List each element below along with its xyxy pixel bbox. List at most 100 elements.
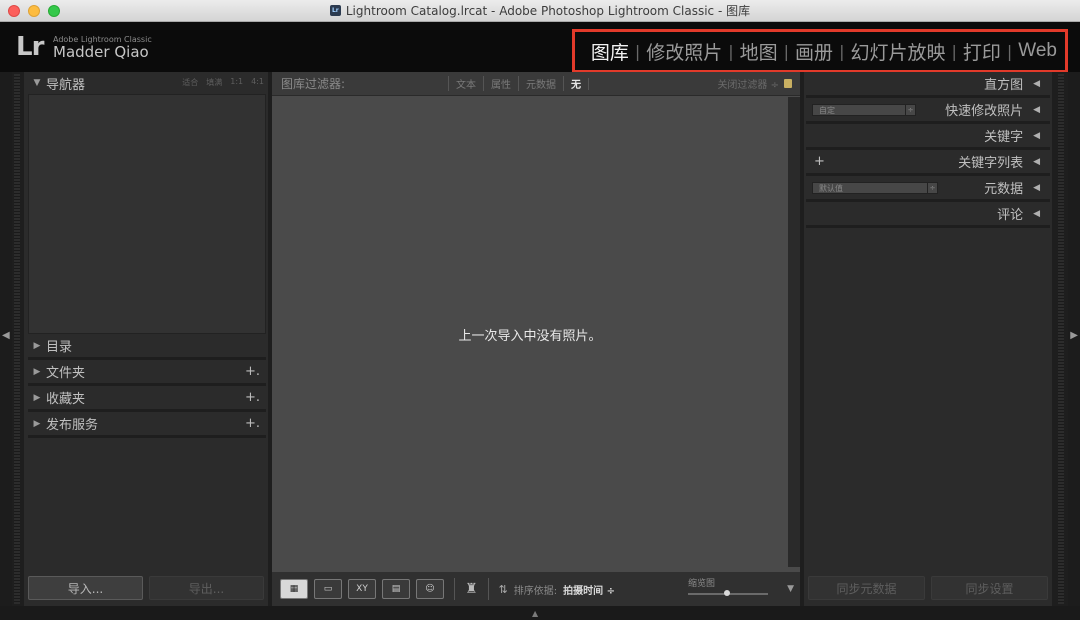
navigator-preview[interactable] xyxy=(28,94,266,334)
triangle-left-icon: ◀ xyxy=(1033,208,1040,219)
module-book[interactable]: 画册 xyxy=(789,38,839,65)
folders-label: 文件夹 xyxy=(46,366,86,381)
right-scroll-grip[interactable] xyxy=(1058,74,1064,604)
grid-view-icon: ▦ xyxy=(289,584,299,594)
right-panel-edge[interactable]: ▶ xyxy=(1068,72,1080,606)
thumbnail-label: 缩览图 xyxy=(688,579,716,589)
toolbar-divider xyxy=(454,578,455,600)
zoom-fill[interactable]: 填满 xyxy=(206,77,222,88)
triangle-left-icon: ◀ xyxy=(1033,130,1040,141)
filter-text[interactable]: 文本 xyxy=(448,76,483,91)
quick-develop-preset-select[interactable]: 自定 ÷ xyxy=(812,104,916,116)
add-collection-button[interactable]: +. xyxy=(245,390,260,405)
triangle-right-icon[interactable]: ▶ xyxy=(1070,330,1078,341)
compare-view-button[interactable]: XY xyxy=(348,579,376,599)
add-keyword-button[interactable]: + xyxy=(814,154,825,169)
filter-attribute[interactable]: 属性 xyxy=(483,76,518,91)
sync-settings-button[interactable]: 同步设置 xyxy=(931,576,1048,600)
quick-develop-section[interactable]: 自定 ÷ 快速修改照片 ◀ xyxy=(806,98,1050,124)
left-scroll-grip[interactable] xyxy=(14,74,20,604)
spray-can-icon[interactable]: ♜ xyxy=(465,581,478,597)
workspace: ◀ ▶ ▼ 导航器 适合 填满 1:1 4:1 ▶ 目录 ▶ 文件夹 +. ▶ xyxy=(0,72,1080,620)
filter-title: 图库过滤器: xyxy=(281,77,346,91)
sync-metadata-button[interactable]: 同步元数据 xyxy=(808,576,925,600)
grid-scrollbar[interactable] xyxy=(788,97,800,567)
publish-services-section[interactable]: ▶ 发布服务 +. xyxy=(28,412,266,438)
folders-section[interactable]: ▶ 文件夹 +. xyxy=(28,360,266,386)
window-titlebar: Lr Lightroom Catalog.lrcat - Adobe Photo… xyxy=(0,0,1080,22)
comments-section[interactable]: 评论 ◀ xyxy=(806,202,1050,228)
keyword-list-section[interactable]: + 关键字列表 ◀ xyxy=(806,150,1050,176)
filmstrip-edge[interactable]: ▲ xyxy=(0,606,1080,620)
keywording-section[interactable]: 关键字 ◀ xyxy=(806,124,1050,150)
sync-bar: 同步元数据 同步设置 xyxy=(804,572,1052,606)
spinner-icon: ÷ xyxy=(905,105,915,115)
triangle-left-icon: ◀ xyxy=(1033,156,1040,167)
filmstrip-toggle-icon[interactable]: ▲ xyxy=(532,609,538,618)
left-panel: ▼ 导航器 适合 填满 1:1 4:1 ▶ 目录 ▶ 文件夹 +. ▶ 收藏夹 … xyxy=(24,72,268,606)
collections-section[interactable]: ▶ 收藏夹 +. xyxy=(28,386,266,412)
histogram-label: 直方图 xyxy=(984,78,1024,93)
close-window-button[interactable] xyxy=(8,5,20,17)
minimize-window-button[interactable] xyxy=(28,5,40,17)
survey-view-button[interactable]: ▤ xyxy=(382,579,410,599)
add-folder-button[interactable]: +. xyxy=(245,364,260,379)
triangle-left-icon: ◀ xyxy=(1033,182,1040,193)
module-develop[interactable]: 修改照片 xyxy=(640,38,728,65)
sort-label: 排序依据: xyxy=(513,585,558,597)
loupe-view-icon: ▭ xyxy=(323,584,333,594)
module-web[interactable]: Web xyxy=(1012,40,1063,62)
add-publish-service-button[interactable]: +. xyxy=(245,416,260,431)
triangle-right-icon: ▶ xyxy=(33,340,41,351)
metadata-preset-value: 默认值 xyxy=(819,183,843,193)
keywording-label: 关键字 xyxy=(984,130,1024,145)
catalog-section[interactable]: ▶ 目录 xyxy=(28,334,266,360)
sort-direction-icon[interactable]: ⇅ xyxy=(499,583,508,596)
navigator-zoom-options: 适合 填满 1:1 4:1 xyxy=(182,77,264,88)
filter-divider xyxy=(588,77,589,90)
people-view-button[interactable]: ☺ xyxy=(416,579,444,599)
module-slideshow[interactable]: 幻灯片放映 xyxy=(844,38,951,65)
sort-select[interactable]: 拍摄时间 ÷ xyxy=(563,582,615,597)
lock-icon[interactable] xyxy=(784,79,792,88)
left-panel-edge[interactable]: ◀ xyxy=(0,72,20,606)
histogram-section[interactable]: 直方图 ◀ xyxy=(806,72,1050,98)
module-library[interactable]: 图库 xyxy=(585,38,635,65)
loupe-view-button[interactable]: ▭ xyxy=(314,579,342,599)
zoom-4-1[interactable]: 4:1 xyxy=(251,77,264,88)
import-button[interactable]: 导入... xyxy=(28,576,143,600)
triangle-right-icon: ▶ xyxy=(33,366,41,377)
maximize-window-button[interactable] xyxy=(48,5,60,17)
empty-grid-message: 上一次导入中没有照片。 xyxy=(458,329,602,344)
toolbar-options-dropdown[interactable]: ▼ xyxy=(787,584,794,594)
library-toolbar: ▦ ▭ XY ▤ ☺ ♜ ⇅ 排序依据: 拍摄时间 ÷ 缩览图 ▼ xyxy=(272,572,800,606)
filter-close-control[interactable]: 关闭过滤器 ÷ xyxy=(717,76,792,91)
metadata-preset-select[interactable]: 默认值 ÷ xyxy=(812,182,938,194)
zoom-fit[interactable]: 适合 xyxy=(182,77,198,88)
window-controls xyxy=(8,5,60,17)
comments-label: 评论 xyxy=(997,208,1024,223)
lr-logo: Lr xyxy=(16,32,44,62)
filter-close-label: 关闭过滤器 ÷ xyxy=(717,80,779,91)
quick-develop-preset-value: 自定 xyxy=(819,105,835,115)
thumbnail-slider-knob[interactable] xyxy=(724,590,730,596)
filter-none[interactable]: 无 xyxy=(563,76,588,91)
identity-plate-user: Madder Qiao xyxy=(53,43,149,61)
quick-develop-label: 快速修改照片 xyxy=(945,104,1024,119)
grid-view-button[interactable]: ▦ xyxy=(280,579,308,599)
triangle-left-icon: ◀ xyxy=(1033,78,1040,89)
navigator-header[interactable]: ▼ 导航器 适合 填满 1:1 4:1 xyxy=(24,72,268,94)
navigator-label: 导航器 xyxy=(46,77,86,93)
triangle-right-icon: ▶ xyxy=(33,392,41,403)
keyword-list-label: 关键字列表 xyxy=(958,156,1024,171)
metadata-label: 元数据 xyxy=(984,182,1024,197)
export-button[interactable]: 导出... xyxy=(149,576,264,600)
library-filter-bar: 图库过滤器: 文本 属性 元数据 无 关闭过滤器 ÷ xyxy=(272,72,800,96)
zoom-1-1[interactable]: 1:1 xyxy=(230,77,243,88)
thumbnail-slider[interactable] xyxy=(688,590,768,596)
module-map[interactable]: 地图 xyxy=(734,38,784,65)
module-print[interactable]: 打印 xyxy=(957,38,1007,65)
metadata-section[interactable]: 默认值 ÷ 元数据 ◀ xyxy=(806,176,1050,202)
filter-metadata[interactable]: 元数据 xyxy=(518,76,563,91)
triangle-left-icon[interactable]: ◀ xyxy=(2,330,10,341)
